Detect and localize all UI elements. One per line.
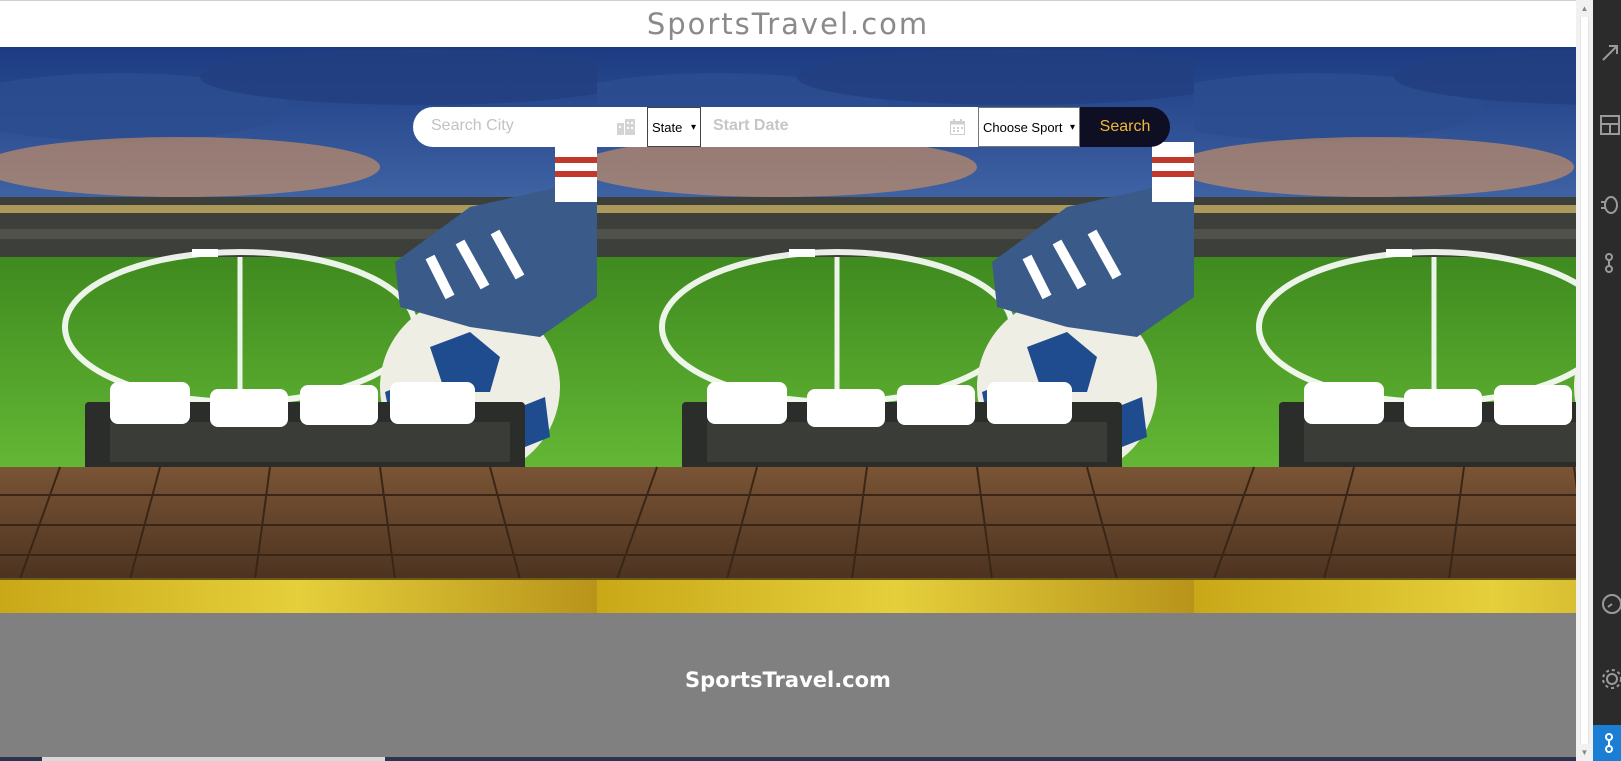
hero-banner: State ▾ Choose Sport ▾	[0, 47, 1576, 613]
state-select[interactable]: State ▾	[647, 107, 701, 147]
sport-select-label: Choose Sport	[983, 119, 1063, 135]
active-tool-indicator[interactable]	[1593, 725, 1621, 761]
site-footer: SportsTravel.com	[0, 613, 1576, 757]
branch-icon[interactable]	[1599, 252, 1621, 274]
branch-icon	[1605, 733, 1613, 753]
footer-title: SportsTravel.com	[685, 668, 891, 692]
chevron-down-icon: ▾	[690, 121, 696, 133]
search-button[interactable]: Search	[1080, 107, 1170, 147]
gear-icon[interactable]	[1599, 668, 1621, 690]
city-search-input[interactable]	[431, 117, 611, 135]
site-header: SportsTravel.com	[0, 0, 1576, 47]
bug-icon[interactable]	[1599, 193, 1621, 215]
page: SportsTravel.com Search City State ▾ Sta…	[0, 0, 1621, 761]
start-date-input[interactable]	[713, 117, 933, 135]
hero-image	[1194, 47, 1576, 613]
arrow-icon[interactable]	[1599, 42, 1621, 64]
scroll-up-arrow-icon[interactable]: ▲	[1576, 0, 1593, 17]
building-icon	[617, 119, 635, 135]
clock-icon[interactable]	[1599, 593, 1621, 615]
city-search-box	[413, 107, 647, 147]
date-picker-box	[701, 107, 978, 147]
site-title[interactable]: SportsTravel.com	[647, 7, 929, 41]
scroll-down-arrow-icon[interactable]: ▼	[1576, 744, 1593, 761]
side-panel	[1593, 0, 1621, 761]
chevron-down-icon: ▾	[1069, 121, 1075, 133]
taskbar-strip-highlight	[42, 757, 385, 761]
vertical-scrollbar[interactable]: ▲ ▼	[1576, 0, 1593, 761]
layout-icon[interactable]	[1599, 114, 1621, 136]
sport-select[interactable]: Choose Sport ▾	[978, 107, 1080, 147]
calendar-icon[interactable]	[950, 119, 965, 135]
search-bar: State ▾ Choose Sport ▾	[413, 107, 1170, 147]
scrollbar-thumb[interactable]	[1580, 17, 1589, 744]
state-select-label: State	[652, 119, 683, 135]
